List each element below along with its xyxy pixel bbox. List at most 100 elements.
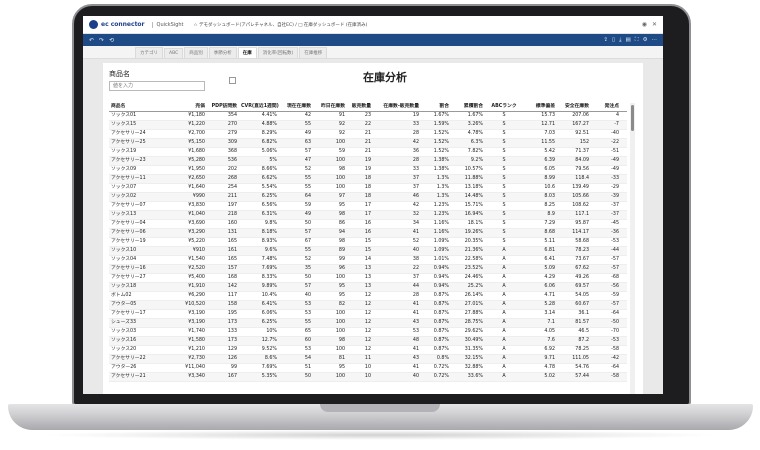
brand-logo-icon [89,20,98,29]
table-cell: 99 [207,363,239,373]
table-row[interactable]: アクセサリー21 ¥3,340 167 5.35% 50 100 10 40 0.72% 33.6… [109,372,627,382]
column-header[interactable]: PDP訪問数 [207,103,239,112]
column-header[interactable]: 在庫数-販売数量 [373,103,421,112]
table-row[interactable]: アクセサリー07 ¥3,830 197 6.56% 59 95 17 42 1.23% 15.71… [109,201,627,211]
table-row[interactable]: ソックス16 ¥1,580 173 12.7% 60 98 12 48 0.87% 30.49% A… [109,336,627,346]
more-icon[interactable]: ⋯ [652,37,658,44]
column-header[interactable]: 発注数 [621,103,627,112]
table-cell: ¥3,690 [175,219,207,229]
table-cell: 0.87% [421,318,451,328]
table-cell: 73.67 [557,255,591,265]
column-header[interactable]: 割合 [421,103,451,112]
fullscreen-icon[interactable]: ⛶ [635,37,639,44]
download-icon[interactable]: ⤓ [619,37,621,44]
column-header[interactable]: 昨日在庫数 [313,103,347,112]
table-row[interactable]: アクセサリー27 ¥5,400 168 8.33% 50 100 13 37 0.94% 24.4… [109,273,627,283]
scroll-thumb[interactable] [631,105,634,131]
user-icon[interactable]: ◉ [642,21,647,28]
table-row[interactable]: アウター05 ¥10,520 158 6.41% 53 82 12 41 0.87% 27.01%… [109,300,627,310]
table-cell: 100 [313,345,347,355]
settings-icon[interactable]: ⚙ [643,37,648,44]
column-header[interactable]: 販売数量 [347,103,373,112]
breadcrumb[interactable]: ☆ デモダッシュボード(アパレチャネル、自社EC) / □ 在庫ダッシュボード … [194,22,368,28]
table-row[interactable]: アクセサリー25 ¥5,150 309 6.82% 63 100 21 42 1.52% 6.3%… [109,138,627,148]
table-row[interactable]: アクセサリー04 ¥3,690 160 9.8% 50 86 16 34 1.16% 18.1% S… [109,219,627,229]
table-cell: 4.78% [451,129,485,139]
table-row[interactable]: ソックス15 ¥1,220 270 4.88% 55 92 22 33 1.59% 3.26% S 1… [109,120,627,130]
column-header[interactable]: 発注点 [591,103,621,112]
table-scrollbar[interactable] [630,103,635,394]
table-cell: ¥1,910 [175,282,207,292]
print-icon[interactable]: ▤ [626,37,631,44]
table-row[interactable]: アクセサリー06 ¥3,290 131 8.18% 57 94 16 41 1.16% 19.26… [109,228,627,238]
table-cell: 41 [373,309,421,319]
table-cell: 32.88% [451,363,485,373]
table-row[interactable]: ボトム02 ¥6,290 117 10.4% 40 95 12 28 0.87% 26.14% A 4… [109,291,627,301]
table-row[interactable]: アクセサリー22 ¥2,730 126 8.6% 54 81 11 43 0.8% 32.15% A… [109,354,627,364]
tab-4[interactable]: 在庫 [237,47,257,58]
table-row[interactable]: ソックス02 ¥990 211 6.25% 64 97 18 46 1.3% 14.48% S 8.0… [109,192,627,202]
table-cell: 36 [373,147,421,157]
bookmark-icon[interactable]: ▯ [612,37,615,44]
column-header[interactable]: 標準偏差 [523,103,557,112]
table-cell: 12 [347,300,373,310]
table-cell: 0.72% [421,363,451,373]
table-cell: ¥1,180 [175,111,207,121]
table-row[interactable]: ソックス18 ¥1,910 142 9.89% 57 95 13 44 0.94% 25.2% A 6… [109,282,627,292]
table-row[interactable]: ソックス13 ¥1,040 218 6.31% 49 98 17 32 1.23% 16.94% S… [109,210,627,220]
table-cell: 10% [239,327,279,337]
table-cell: S [485,147,523,157]
table-cell: 0 [621,300,627,310]
table-cell: 87.2 [557,336,591,346]
tab-5[interactable]: 消化率(回転数) [257,47,299,58]
table-row[interactable]: ソックス01 ¥1,180 354 4.41% 42 91 23 19 1.67% 1.67% S 1… [109,111,627,121]
table-row[interactable]: ソックス10 ¥910 161 9.6% 55 89 15 40 1.09% 21.36% A 6.8… [109,246,627,256]
dashboard-sheet: 商品名 在庫分析 商品名売価PDP訪問数CVR(直近1週間)現在在庫数昨日在庫数… [103,63,643,394]
column-header[interactable]: ABCランク [485,103,523,112]
table-row[interactable]: ソックス07 ¥1,640 254 5.54% 55 100 18 37 1.3% 13.18% S… [109,183,627,193]
table-cell: 94 [313,228,347,238]
table-row[interactable]: ソックス04 ¥1,540 165 7.48% 52 99 14 38 1.01% 22.58% A… [109,255,627,265]
tab-6[interactable]: 在庫推移 [299,47,328,58]
table-row[interactable]: アウター26 ¥11,040 99 7.69% 51 95 10 41 0.72% 32.88% A… [109,363,627,373]
table-cell: 11 [347,354,373,364]
close-icon[interactable]: ✕ [652,21,657,28]
column-header[interactable]: 安全在庫数 [557,103,591,112]
table-cell: 91 [313,111,347,121]
tab-3[interactable]: 季節分析 [208,47,237,58]
table-row[interactable]: アクセサリー23 ¥5,280 536 5% 47 100 19 28 1.38% 9.2% S 6.… [109,156,627,166]
column-header[interactable]: 商品名 [109,103,175,112]
table-row[interactable]: アクセサリー17 ¥3,190 195 6.06% 53 100 12 41 0.87% 27.8… [109,309,627,319]
column-header[interactable]: 累積割合 [451,103,485,112]
brand[interactable]: ec connector QuickSight [89,20,184,29]
column-header[interactable]: CVR(直近1週間) [239,103,279,112]
product-name-filter-input[interactable] [109,81,205,91]
table-row[interactable]: アクセサリー16 ¥2,520 157 7.69% 35 96 13 22 0.94% 23.52… [109,264,627,274]
table-cell: 0 [621,129,627,139]
table-cell: 168 [207,273,239,283]
filter-checkbox[interactable] [229,77,236,84]
tab-1[interactable]: ABC [164,48,184,58]
table-header-row: 商品名 売価 PDP訪問数 CVR(直近1週間) 現在在庫数 昨日在庫数 販売数量 在庫数-販… [109,103,627,112]
column-header[interactable]: 現在在庫数 [279,103,313,112]
table-row[interactable]: アクセサリー24 ¥2,700 279 8.29% 49 92 21 28 1.52% 4.78%… [109,129,627,139]
table-cell: ¥1,540 [175,255,207,265]
table-cell: 13 [347,273,373,283]
redo-icon[interactable]: ↷ [99,37,104,44]
table-row[interactable]: ソックス09 ¥1,950 202 8.66% 52 98 19 33 1.38% 10.57% S… [109,165,627,175]
table-row[interactable]: アクセサリー11 ¥2,650 268 6.62% 55 100 18 37 1.3% 11.88… [109,174,627,184]
table-row[interactable]: ソックス20 ¥1,210 129 9.52% 53 100 12 41 0.87% 31.35%… [109,345,627,355]
tab-2[interactable]: 商品別 [184,47,208,58]
undo-icon[interactable]: ↶ [89,37,94,44]
table-row[interactable]: ソックス03 ¥1,740 133 10% 65 100 12 53 0.87% 29.62% A 4… [109,327,627,337]
table-cell: -40 [591,129,621,139]
tab-0[interactable]: カテゴリ [135,47,163,58]
table-row[interactable]: シューズ33 ¥3,190 173 6.25% 55 100 12 43 0.87% 28.75%… [109,318,627,328]
table-cell: 49 [279,129,313,139]
column-header[interactable]: 売価 [175,103,207,112]
reset-icon[interactable]: ⟲ [109,37,114,44]
table-row[interactable]: アクセサリー19 ¥5,220 165 8.93% 67 98 15 52 1.09% 20.35… [109,237,627,247]
table-row[interactable]: ソックス19 ¥1,680 368 5.06% 57 59 21 36 1.52% 7.82% S 5… [109,147,627,157]
table-cell: 100 [313,327,347,337]
share-icon[interactable]: ⇪ [603,37,608,44]
